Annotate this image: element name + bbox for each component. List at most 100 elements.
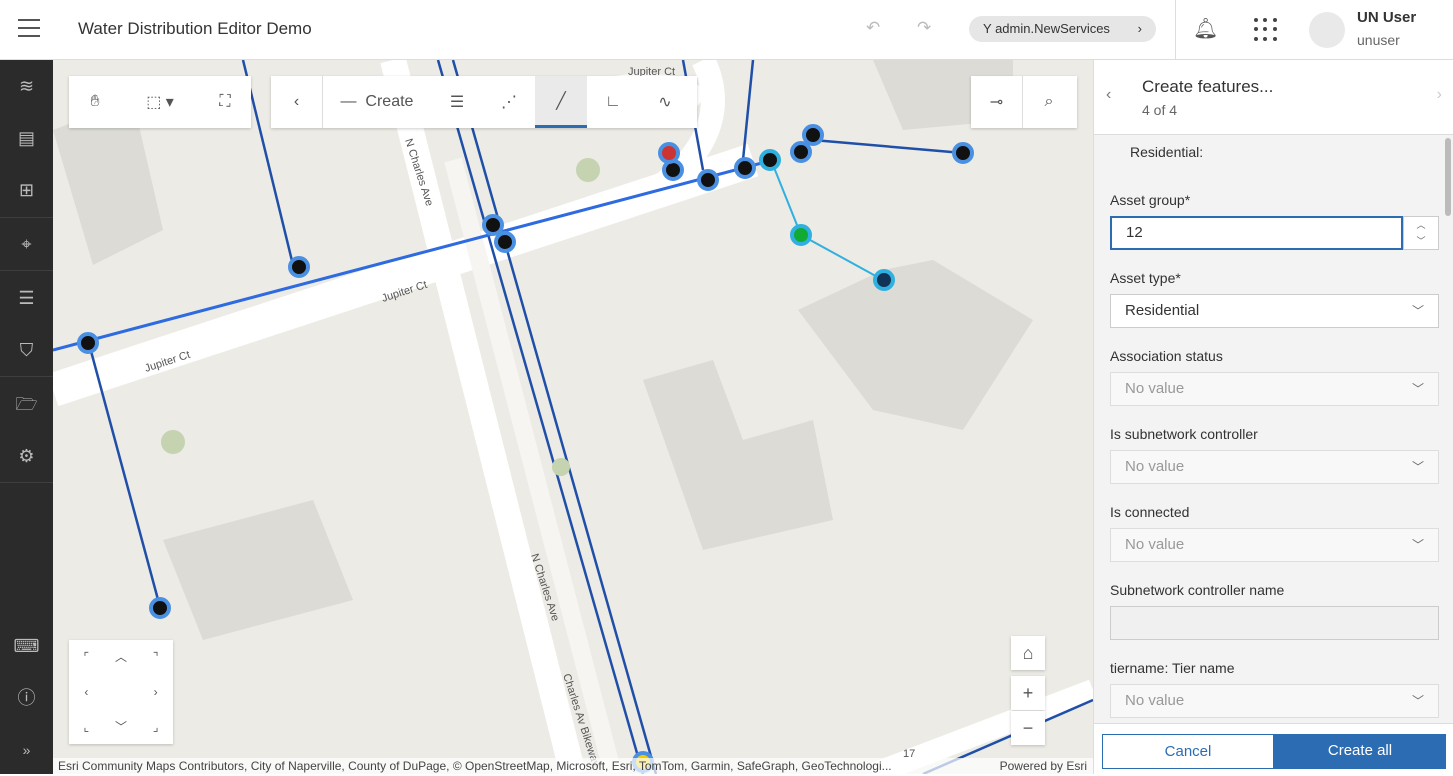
info-icon[interactable]: ⓘ: [0, 672, 53, 724]
navigation-toolbar: ✋︎ ⬚ ▾ ⛶: [69, 76, 251, 128]
home-icon[interactable]: ⌂: [1011, 636, 1045, 670]
fitting-point: [734, 157, 756, 179]
pan-icon[interactable]: ✋︎: [69, 76, 121, 128]
layers-icon[interactable]: ≋: [0, 60, 53, 112]
map-tools: ⊸ ⌕: [971, 76, 1077, 128]
redo-icon[interactable]: ↷: [917, 18, 931, 38]
create-label: Create: [365, 93, 414, 110]
chevron-down-icon: ﹀: [1411, 382, 1424, 396]
is-subnetwork-controller-select[interactable]: No value ﹀: [1110, 450, 1439, 484]
map-view[interactable]: Jupiter Ct Jupiter Ct Jupiter Ct N Charl…: [53, 60, 1093, 774]
table-icon[interactable]: ▤: [0, 112, 53, 164]
user-name: UN User: [1357, 9, 1417, 26]
right-angle-icon[interactable]: ∟: [587, 76, 639, 128]
vertex-icon[interactable]: ⋰: [483, 76, 535, 128]
select-icon[interactable]: ⌖: [0, 218, 53, 270]
search-icon[interactable]: ⌕: [1023, 76, 1075, 128]
keyboard-icon[interactable]: ⌨: [0, 620, 53, 672]
service-point: [149, 597, 171, 619]
selected-point: [790, 224, 812, 246]
asset-type-select[interactable]: Residential ﹀: [1110, 294, 1439, 328]
chevron-down-icon: ﹀: [1411, 538, 1424, 552]
sidebar: ≋ ▤ ⊞ ⌖ ☰ ⛉ 🗁 ⚙ ⌨ ⓘ »: [0, 60, 53, 774]
clear-selection-icon[interactable]: ⛶: [199, 76, 251, 128]
user-login: unuser: [1357, 32, 1400, 48]
tier-name-select[interactable]: No value ﹀: [1110, 684, 1439, 718]
scrollbar[interactable]: [1445, 138, 1451, 216]
create-toolbar: ‹ — Create ☰ ⋰ ╱ ∟ ∿: [271, 76, 697, 128]
branch-icon: Y: [983, 21, 996, 36]
field-label: Asset group*: [1110, 192, 1191, 208]
pan-left-icon[interactable]: ‹: [69, 675, 104, 710]
expand-icon[interactable]: »: [0, 724, 53, 776]
fitting-point: [697, 169, 719, 191]
bell-icon[interactable]: 🔔︎: [1193, 16, 1218, 41]
widgets-icon[interactable]: ⊞: [0, 164, 53, 216]
folder-icon[interactable]: 🗁: [0, 378, 53, 430]
app-title: Water Distribution Editor Demo: [78, 19, 312, 38]
asset-group-stepper[interactable]: ︿ ﹀: [1403, 216, 1439, 250]
chevron-right-icon: ›: [1137, 21, 1142, 36]
fitting-point: [77, 332, 99, 354]
apps-icon[interactable]: [1254, 18, 1278, 42]
avatar[interactable]: [1309, 12, 1345, 48]
pan-sw-icon[interactable]: ⌞: [69, 710, 104, 745]
pan-navigator[interactable]: ⌜ ︿ ⌝ ‹ › ⌞ ﹀ ⌟: [69, 640, 173, 744]
pan-right-icon[interactable]: ›: [138, 675, 173, 710]
back-button[interactable]: ‹: [271, 76, 323, 128]
select-value: No value: [1125, 380, 1185, 397]
undo-icon[interactable]: ↶: [866, 18, 880, 38]
gear-icon[interactable]: ⚙: [0, 430, 53, 482]
previous-icon[interactable]: ‹: [1106, 86, 1111, 104]
next-icon[interactable]: ›: [1437, 86, 1442, 104]
branch-name: admin.NewServices: [995, 21, 1110, 36]
fitting-point: [288, 256, 310, 278]
pan-ne-icon[interactable]: ⌝: [138, 640, 173, 675]
create-mode-label: — Create: [340, 93, 414, 110]
fitting-point: [802, 124, 824, 146]
service-point: [952, 142, 974, 164]
branch-selector[interactable]: Y admin.NewServices ›: [969, 16, 1156, 42]
list-icon[interactable]: ☰: [0, 272, 53, 324]
chevron-down-icon: ﹀: [1411, 304, 1424, 318]
freehand-icon[interactable]: ∿: [639, 76, 691, 128]
fitting-point: [759, 149, 781, 171]
subnetwork-controller-name-input[interactable]: [1110, 606, 1439, 640]
attribution: Esri Community Maps Contributors, City o…: [53, 758, 1093, 774]
hydrant-point: [658, 142, 680, 164]
tree: [161, 430, 185, 454]
selected-line: [770, 159, 884, 281]
select-value: No value: [1125, 458, 1185, 475]
create-features-panel: ‹ Create features... 4 of 4 › Residentia…: [1093, 60, 1453, 774]
fitting-point: [790, 141, 812, 163]
bookmark-icon[interactable]: ⛉: [0, 324, 53, 376]
menu-button[interactable]: [18, 19, 40, 39]
field-label: Is subnetwork controller: [1110, 426, 1258, 442]
field-label: Association status: [1110, 348, 1223, 364]
field-label: tiername: Tier name: [1110, 660, 1235, 676]
chevron-down-icon: ﹀: [1411, 694, 1424, 708]
line-tool-icon[interactable]: ╱: [535, 76, 587, 128]
section-label: Residential:: [1130, 144, 1204, 160]
pan-up-icon[interactable]: ︿: [104, 640, 139, 675]
create-all-button[interactable]: Create all: [1274, 734, 1446, 769]
powered-by[interactable]: Powered by Esri: [1000, 758, 1087, 774]
snapping-icon[interactable]: ⊸: [971, 76, 1023, 128]
selected-service-point: [873, 269, 895, 291]
template-icon[interactable]: ☰: [431, 76, 483, 128]
zoom-in-button[interactable]: +: [1011, 676, 1045, 710]
cancel-button[interactable]: Cancel: [1102, 734, 1274, 769]
pan-nw-icon[interactable]: ⌜: [69, 640, 104, 675]
pan-se-icon[interactable]: ⌟: [138, 710, 173, 745]
select-tool-button[interactable]: ⬚ ▾: [121, 76, 199, 128]
is-connected-select[interactable]: No value ﹀: [1110, 528, 1439, 562]
field-label: Is connected: [1110, 504, 1190, 520]
attribution-text: Esri Community Maps Contributors, City o…: [58, 759, 892, 773]
association-status-select[interactable]: No value ﹀: [1110, 372, 1439, 406]
asset-group-input[interactable]: 12: [1110, 216, 1403, 250]
pan-down-icon[interactable]: ﹀: [104, 710, 139, 745]
field-label: Asset type*: [1110, 270, 1181, 286]
zoom-out-button[interactable]: −: [1011, 711, 1045, 745]
field-label: Subnetwork controller name: [1110, 582, 1285, 598]
panel-header: ‹ Create features... 4 of 4 ›: [1094, 60, 1453, 135]
